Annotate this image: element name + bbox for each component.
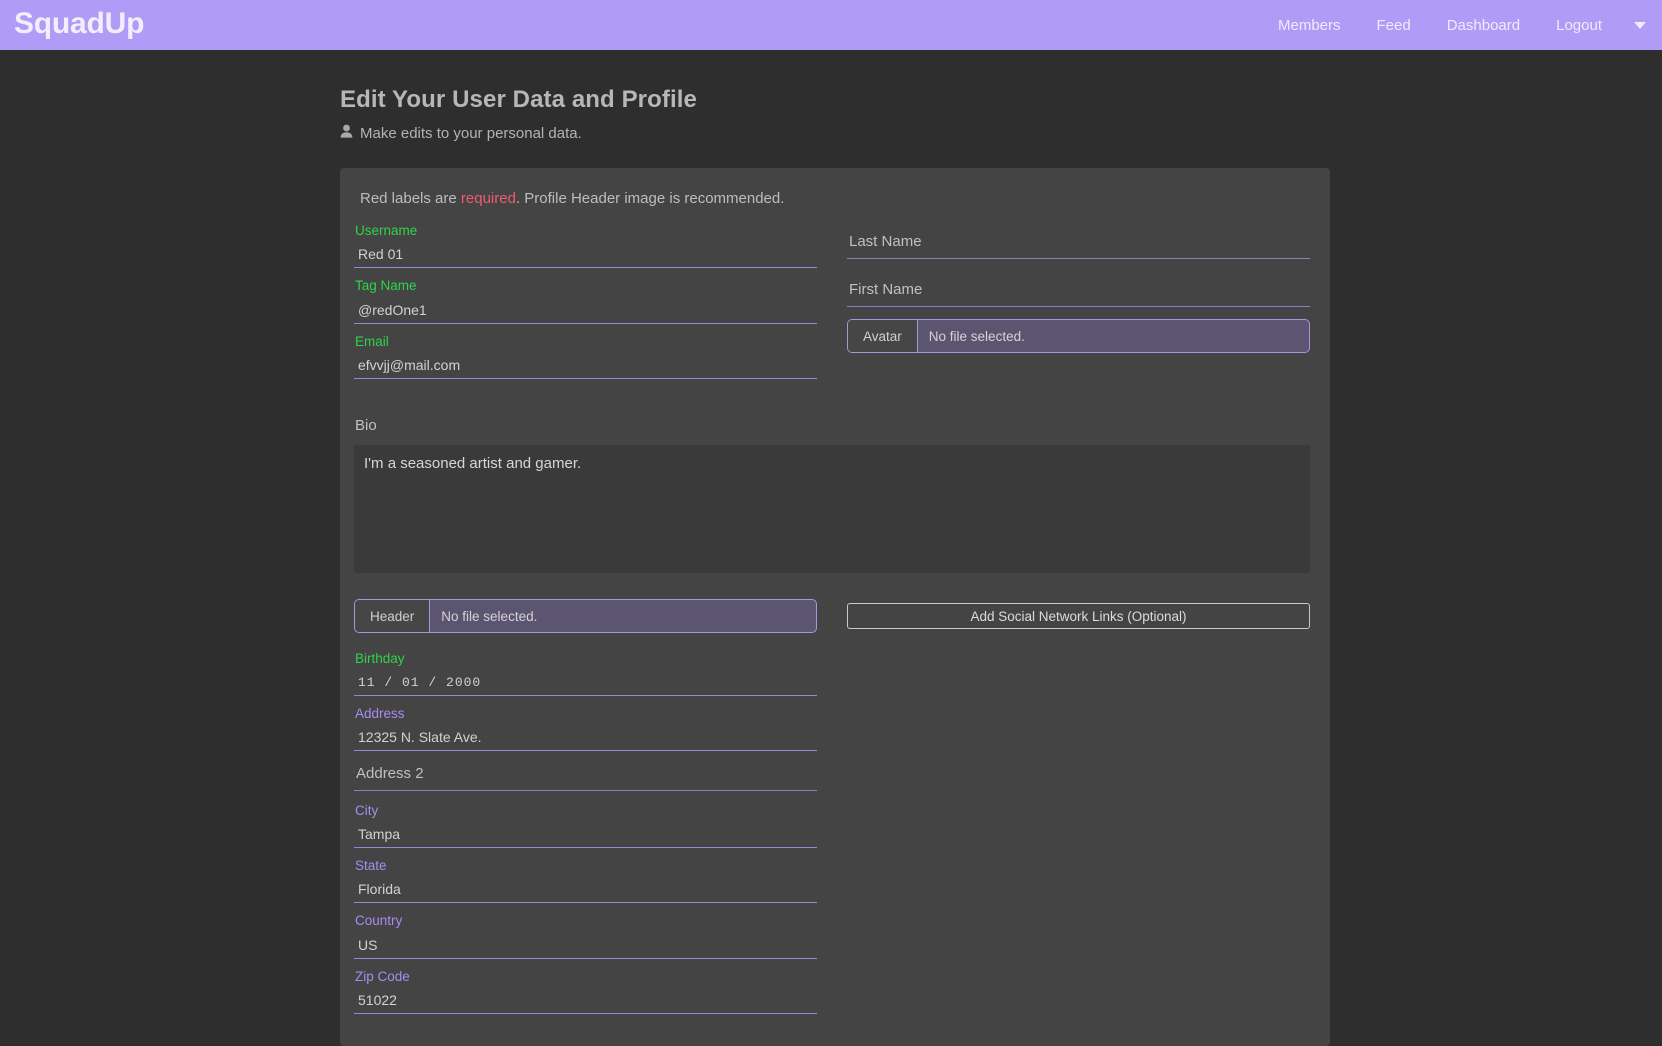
state-input[interactable] (354, 879, 817, 904)
chevron-down-icon[interactable] (1620, 21, 1646, 29)
label-address2: Address 2 (356, 764, 424, 782)
label-state: State (355, 858, 387, 873)
avatar-file-input[interactable]: Avatar No file selected. (847, 319, 1310, 353)
address-row: Birthday Address Address 2 City (354, 649, 1310, 1022)
header-file-input[interactable]: Header No file selected. (354, 599, 817, 634)
bio-textarea[interactable] (354, 445, 1310, 574)
page-body: Edit Your User Data and Profile Make edi… (0, 50, 1662, 1046)
zip-code-input[interactable] (354, 989, 817, 1014)
username-input[interactable] (354, 244, 817, 269)
nav-link-dashboard[interactable]: Dashboard (1429, 17, 1538, 34)
label-bio: Bio (355, 416, 377, 434)
address-row-spacer (847, 649, 1310, 1022)
field-state: State (354, 856, 817, 904)
field-address: Address (354, 704, 817, 751)
avatar-file-status: No file selected. (928, 328, 1025, 344)
last-name-underline[interactable] (847, 258, 1310, 259)
field-tag-name: Tag Name (354, 276, 817, 324)
address-input[interactable] (354, 726, 817, 751)
field-birthday: Birthday (354, 649, 817, 696)
field-city: City (354, 801, 817, 848)
label-city: City (355, 802, 379, 818)
field-first-name: First Name (847, 281, 1310, 307)
label-tag-name: Tag Name (355, 278, 417, 294)
label-zip-code: Zip Code (355, 968, 410, 984)
avatar-browse-button[interactable]: Avatar (848, 320, 918, 352)
country-input[interactable] (354, 934, 817, 959)
required-note-prefix: Red labels are (360, 190, 461, 207)
edit-profile-card: Red labels are required. Profile Header … (340, 168, 1330, 1046)
field-address2: Address 2 (354, 765, 817, 791)
nav-link-logout[interactable]: Logout (1538, 17, 1620, 34)
field-country: Country (354, 911, 817, 959)
person-icon (340, 124, 353, 142)
page-title: Edit Your User Data and Profile (340, 86, 697, 113)
nav-link-feed[interactable]: Feed (1359, 17, 1429, 34)
form-column-right: Last Name First Name Avatar No file sele… (847, 221, 1310, 405)
form-columns: Username Tag Name Email (354, 221, 1310, 405)
tag-name-input[interactable] (354, 299, 817, 324)
field-bio: Bio (354, 415, 1310, 574)
label-address: Address (355, 705, 405, 721)
required-note-keyword: required (460, 190, 516, 207)
first-name-underline[interactable] (847, 306, 1310, 307)
add-social-links-button[interactable]: Add Social Network Links (Optional) (847, 603, 1310, 630)
header-file-wrapper: Header No file selected. (354, 599, 817, 634)
label-username: Username (355, 223, 418, 238)
field-username: Username (354, 221, 817, 269)
city-input[interactable] (354, 824, 817, 848)
form-column-left: Username Tag Name Email (354, 221, 817, 405)
label-first-name: First Name (849, 281, 923, 298)
nav-links: Members Feed Dashboard Logout (1260, 17, 1646, 34)
header-browse-button[interactable]: Header (355, 600, 431, 633)
header-and-social-row: Header No file selected. Add Social Netw… (354, 599, 1310, 634)
social-button-wrapper: Add Social Network Links (Optional) (847, 599, 1310, 633)
field-last-name: Last Name (847, 233, 1310, 259)
label-birthday: Birthday (355, 651, 405, 667)
label-country: Country (355, 913, 403, 929)
bio-row: Bio (354, 415, 1310, 574)
birthday-input[interactable] (354, 672, 817, 696)
email-input[interactable] (354, 354, 817, 379)
address2-underline[interactable] (354, 789, 817, 791)
brand-logo[interactable]: SquadUp (14, 9, 144, 41)
address-block: Birthday Address Address 2 City (354, 649, 817, 1022)
top-navbar: SquadUp Members Feed Dashboard Logout (0, 0, 1662, 50)
label-last-name: Last Name (849, 233, 922, 250)
required-note-suffix: . Profile Header image is recommended. (515, 190, 785, 207)
page-subtitle: Make edits to your personal data. (340, 124, 1330, 142)
content-wrapper: Edit Your User Data and Profile Make edi… (340, 86, 1330, 1046)
page-subtitle-text: Make edits to your personal data. (360, 124, 582, 142)
nav-link-members[interactable]: Members (1260, 17, 1359, 34)
required-note: Red labels are required. Profile Header … (360, 190, 1310, 207)
field-email: Email (354, 332, 817, 379)
label-email: Email (355, 333, 389, 349)
field-zip-code: Zip Code (354, 967, 817, 1014)
header-file-status: No file selected. (441, 608, 538, 624)
